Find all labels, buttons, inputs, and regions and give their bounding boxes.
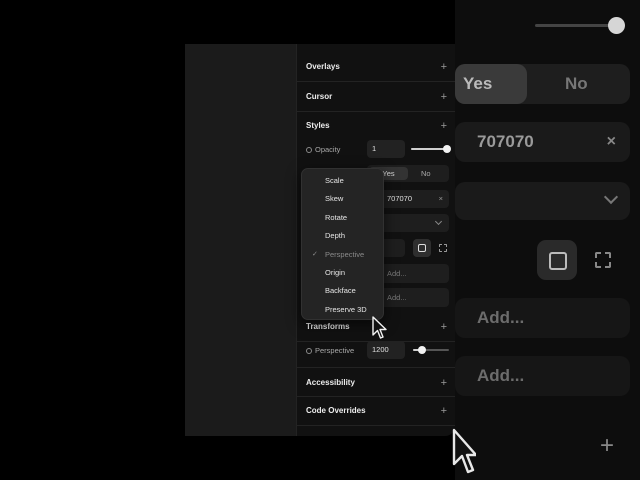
zoom-segment-yes: Yes (455, 64, 527, 104)
menu-item[interactable]: Origin (302, 264, 385, 282)
zoomed-pointer-icon (452, 428, 476, 474)
mouse-pointer-icon (372, 316, 387, 339)
section-title: Styles (306, 121, 330, 130)
opacity-input[interactable]: 1 (367, 140, 405, 158)
section-title: Overlays (306, 62, 340, 71)
zoom-clear-icon: × (606, 133, 616, 150)
plus-icon[interactable]: + (441, 368, 447, 398)
menu-item-label: Skew (325, 194, 344, 204)
menu-item-label: Origin (325, 268, 346, 277)
zoom-segment-no: No (565, 74, 588, 93)
perspective-input[interactable]: 1200 (367, 341, 405, 359)
menu-item-label: Backface (325, 286, 356, 296)
menu-item-label: Preserve 3D (325, 304, 367, 314)
section-cursor[interactable]: Cursor + (297, 82, 455, 112)
fill-hex-value[interactable]: 707070 (387, 190, 412, 208)
dashed-square-icon (439, 244, 447, 252)
transform-type-menu: Scale Skew Rotate Depth ✓ Perspective Origin Ba… (301, 168, 384, 320)
fixed-size-toggle[interactable] (413, 239, 431, 257)
zoom-dropdown (455, 182, 630, 220)
menu-item[interactable]: ✓ Perspective (302, 246, 385, 264)
zoom-slider-thumb (608, 17, 625, 34)
section-title: Cursor (306, 92, 333, 101)
segment-no[interactable]: No (421, 165, 431, 182)
square-icon (418, 244, 426, 252)
zoom-hex-field: 707070 × (455, 122, 630, 162)
fill-size-toggle[interactable] (434, 239, 452, 257)
add-placeholder: Add... (387, 269, 407, 278)
zoom-hex-value: 707070 (477, 132, 534, 151)
perspective-row: Perspective 1200 (297, 341, 455, 361)
menu-item[interactable]: Depth (302, 227, 385, 245)
section-code-overrides[interactable]: Code Overrides + (297, 396, 455, 426)
opacity-slider-fill (411, 148, 447, 150)
zoom-slider-track (535, 24, 615, 27)
checkmark-icon: ✓ (312, 250, 318, 258)
menu-item-label: Rotate (325, 212, 348, 222)
dot-icon[interactable] (306, 147, 312, 153)
menu-item[interactable]: Rotate (302, 209, 385, 227)
section-title: Code Overrides (306, 406, 366, 415)
chevron-down-icon (434, 217, 443, 226)
dot-icon[interactable] (306, 348, 312, 354)
canvas-area (185, 44, 296, 436)
zoom-add-field-2: Add... (455, 356, 630, 396)
zoom-add-field-1: Add... (455, 298, 630, 338)
section-styles[interactable]: Styles + (297, 111, 455, 141)
opacity-label: Opacity (315, 145, 341, 154)
opacity-slider-thumb[interactable] (443, 145, 451, 153)
section-accessibility[interactable]: Accessibility + (297, 367, 455, 397)
add-placeholder: Add... (387, 293, 407, 302)
menu-item-label: Scale (325, 176, 344, 185)
plus-icon[interactable]: + (441, 396, 447, 426)
chevron-down-icon (603, 189, 619, 205)
dashed-square-icon (595, 252, 611, 268)
menu-item[interactable]: Backface (302, 282, 385, 300)
menu-item-label: Perspective (325, 249, 365, 259)
zoom-plus-icon: + (600, 432, 615, 459)
clear-icon[interactable]: × (439, 190, 443, 208)
plus-icon[interactable]: + (441, 52, 447, 82)
opacity-row: Opacity 1 (297, 140, 455, 160)
square-icon (537, 240, 577, 280)
menu-item[interactable]: Scale (302, 172, 385, 190)
menu-item-label: Depth (325, 231, 346, 241)
zoomed-background: Yes No 707070 × Add... Add... + (455, 0, 640, 480)
plus-icon[interactable]: + (441, 312, 447, 342)
perspective-slider-thumb[interactable] (418, 346, 426, 354)
plus-icon[interactable]: + (441, 111, 447, 141)
section-overlays[interactable]: Overlays + (297, 52, 455, 82)
menu-item[interactable]: Skew (302, 190, 385, 208)
section-title: Accessibility (306, 378, 355, 387)
perspective-label: Perspective (315, 346, 355, 355)
plus-icon[interactable]: + (441, 82, 447, 112)
zoom-segment: Yes No (455, 64, 630, 104)
opacity-slider[interactable] (411, 148, 447, 150)
